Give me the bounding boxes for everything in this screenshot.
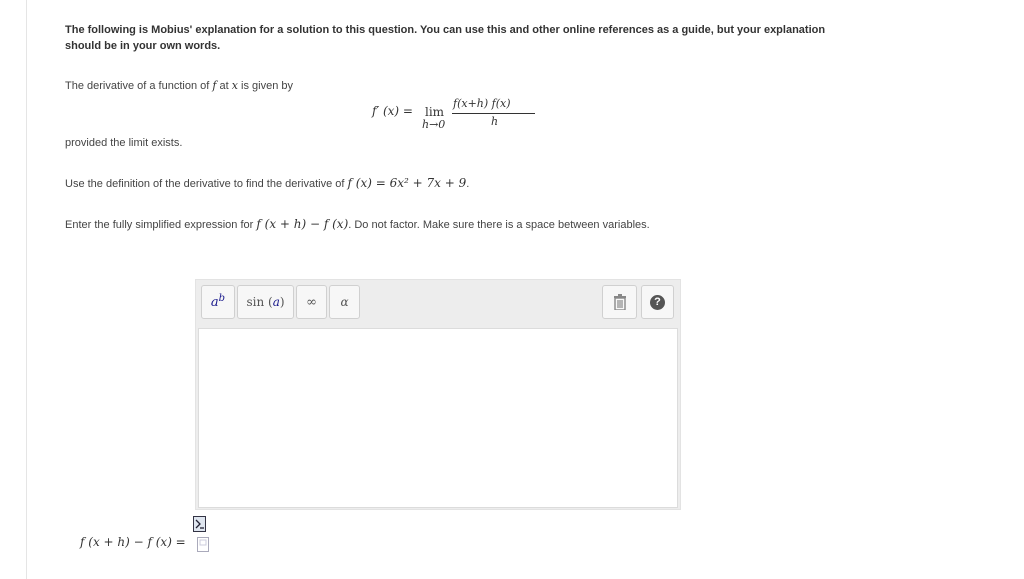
instruction-2-tail: . Do not factor. Make sure there is a sp… xyxy=(348,219,650,231)
fraction-bar xyxy=(452,113,535,114)
instruction-2-text: Enter the fully simplified expression fo… xyxy=(65,219,254,231)
superscript-exponent: b xyxy=(218,292,226,304)
definition-at: at xyxy=(219,80,229,92)
help-icon: ? xyxy=(650,294,665,310)
definition-x: x xyxy=(231,79,238,92)
infinity-button[interactable]: ∞ xyxy=(296,285,327,319)
definition-tail: is given by xyxy=(241,80,294,92)
preview-icon[interactable] xyxy=(193,516,207,532)
formula-lim-subscript: h→0 xyxy=(422,118,446,131)
instruction-2: Enter the fully simplified expression fo… xyxy=(65,217,650,231)
trash-icon xyxy=(613,294,626,310)
answer-expression: f (x + h) − f (x) = xyxy=(80,535,186,549)
clear-button[interactable] xyxy=(602,285,637,319)
left-border-rule xyxy=(26,0,27,579)
formula-lhs: f′ (x) = xyxy=(372,104,413,118)
instruction-1-text: Use the definition of the derivative to … xyxy=(65,178,345,190)
alpha-label: α xyxy=(340,295,349,309)
sin-function-button[interactable]: sin (a) xyxy=(237,285,294,319)
definition-lead: The derivative of a function of xyxy=(65,80,210,92)
formula-lim: lim xyxy=(425,105,445,119)
definition-f: f xyxy=(212,79,217,92)
help-button[interactable]: ? xyxy=(641,285,674,319)
formula-numerator: f(x+h) f(x) xyxy=(453,97,511,110)
greek-letters-button[interactable]: α xyxy=(329,285,360,319)
definition-text: The derivative of a function of f at x i… xyxy=(65,79,293,92)
instruction-1-end: . xyxy=(466,178,470,190)
superscript-base: a xyxy=(210,294,219,310)
superscript-button[interactable]: ab xyxy=(201,285,235,319)
instruction-1-expression: f (x) = 6x² + 7x + 9 xyxy=(347,176,467,190)
blank-answer-icon xyxy=(197,537,209,552)
instruction-1: Use the definition of the derivative to … xyxy=(65,176,469,190)
answer-input-area[interactable] xyxy=(198,328,678,508)
math-editor: ab sin (a) ∞ α ? xyxy=(195,279,681,510)
sin-label: sin xyxy=(246,295,265,309)
formula-denominator: h xyxy=(491,115,499,128)
sin-argument: a xyxy=(272,295,280,309)
intro-text: The following is Mobius' explanation for… xyxy=(65,24,826,52)
provided-text: provided the limit exists. xyxy=(65,137,183,149)
instruction-2-expression: f (x + h) − f (x) xyxy=(256,217,349,231)
infinity-label: ∞ xyxy=(306,294,317,310)
